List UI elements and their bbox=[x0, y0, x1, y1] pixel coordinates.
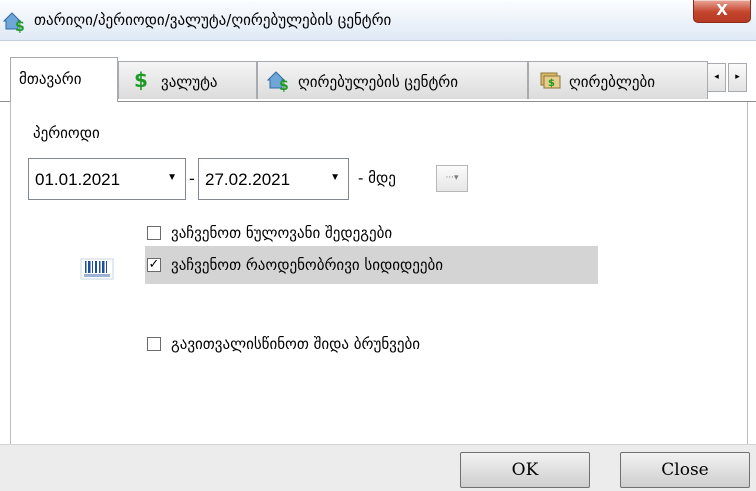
tab-strip: მთავარი $ ვალუტა $ ღირებულების ცენტრი $ … bbox=[0, 57, 756, 102]
app-icon: $ bbox=[2, 9, 28, 37]
checkbox[interactable] bbox=[147, 226, 161, 240]
tab-values[interactable]: $ ღირებლები bbox=[528, 61, 708, 99]
checkbox-checked[interactable]: ✓ bbox=[147, 258, 161, 272]
tab-scroll-left-button[interactable]: ◂ bbox=[707, 63, 726, 92]
close-window-button[interactable]: X bbox=[693, 0, 751, 23]
window-title: თარიღი/პერიოდი/ვალუტა/ღირებულების ცენტრი bbox=[34, 11, 392, 29]
ok-button[interactable]: OK bbox=[460, 452, 590, 488]
period-options-button[interactable]: ···▾ bbox=[436, 165, 468, 192]
date-separator: - bbox=[189, 169, 195, 188]
barcode-icon bbox=[79, 257, 115, 285]
option-label: ვაჩვენოთ რაოდენობრივი სიდიდეები bbox=[171, 256, 444, 274]
close-button[interactable]: Close bbox=[620, 452, 750, 488]
date-to-value: 27.02.2021 bbox=[205, 170, 291, 189]
period-label: პერიოდი bbox=[33, 124, 100, 142]
svg-text:$: $ bbox=[15, 19, 25, 33]
tab-label: ღირებლები bbox=[569, 73, 655, 91]
svg-text:$: $ bbox=[134, 69, 147, 91]
tab-label: ვალუტა bbox=[161, 73, 218, 91]
cash-icon: $ bbox=[539, 69, 561, 95]
option-label: ვაჩვენოთ ნულოვანი შედეგები bbox=[171, 224, 393, 242]
tab-label: მთავარი bbox=[19, 70, 82, 88]
dollar-icon: $ bbox=[133, 68, 148, 95]
house-currency-icon: $ bbox=[266, 68, 292, 96]
tab-currency[interactable]: $ ვალუტა bbox=[118, 61, 257, 99]
date-to-combo[interactable]: 27.02.2021 ▼ bbox=[198, 158, 349, 200]
svg-text:$: $ bbox=[279, 78, 289, 92]
tab-cost-center[interactable]: $ ღირებულების ცენტრი bbox=[257, 61, 528, 99]
date-from-value: 01.01.2021 bbox=[35, 170, 121, 189]
chevron-down-icon[interactable]: ▼ bbox=[330, 172, 340, 183]
svg-text:$: $ bbox=[548, 78, 555, 89]
chevron-down-icon[interactable]: ▼ bbox=[167, 172, 177, 183]
title-bar: $ თარიღი/პერიოდი/ვალუტა/ღირებულების ცენტ… bbox=[0, 0, 756, 41]
tab-scroll-right-button[interactable]: ▸ bbox=[728, 63, 747, 92]
until-label: - მდე bbox=[358, 169, 396, 187]
date-from-combo[interactable]: 01.01.2021 ▼ bbox=[28, 158, 186, 200]
tab-label: ღირებულების ცენტრი bbox=[298, 73, 458, 91]
tab-main[interactable]: მთავარი bbox=[10, 57, 118, 102]
checkbox[interactable] bbox=[147, 337, 161, 351]
option-label: გავითვალისწინოთ შიდა ბრუნვები bbox=[171, 335, 421, 353]
